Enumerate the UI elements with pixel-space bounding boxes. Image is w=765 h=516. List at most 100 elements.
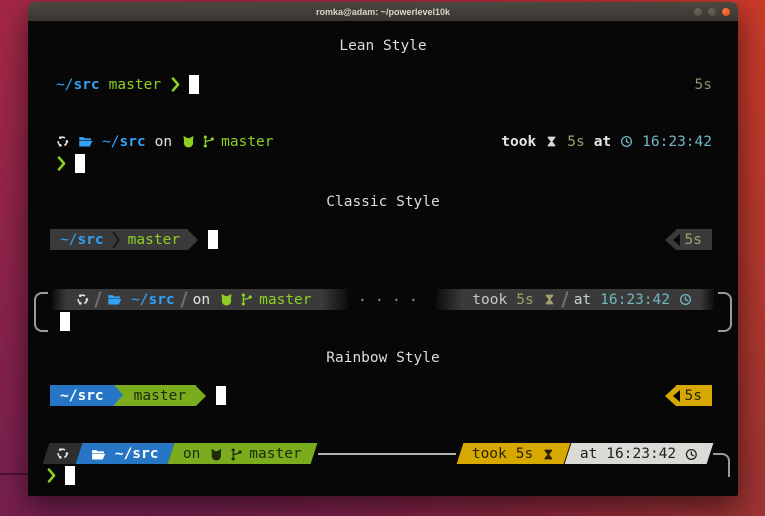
maximize-button[interactable] xyxy=(708,8,716,16)
hourglass-icon xyxy=(545,135,558,148)
segment-fade xyxy=(52,289,66,310)
dir-name: src xyxy=(77,232,103,248)
powerline-segment: ~/src master xyxy=(50,229,188,250)
ubuntu-logo-icon xyxy=(56,135,69,148)
dir-prefix: ~/ xyxy=(115,446,132,462)
lean-prompt-2-line2 xyxy=(56,153,85,174)
dir-name: src xyxy=(77,388,103,404)
dir-name: src xyxy=(73,77,99,93)
lean-heading-label: Lean Style xyxy=(339,38,426,54)
dir-prefix: ~/ xyxy=(56,77,73,93)
git-branch-icon xyxy=(201,134,216,149)
git-branch-name: master xyxy=(259,292,311,308)
git-segment: on master xyxy=(167,443,317,464)
powerline-segment: took 5s at 16:23:42 xyxy=(462,289,700,310)
block-cursor xyxy=(189,75,199,94)
clock-icon xyxy=(685,447,698,460)
duration-segment: 5s xyxy=(665,385,712,406)
took-label: took xyxy=(472,446,507,462)
lean-prompt-2-line1: ~/src on master took 5s at 16:23:42 xyxy=(56,131,712,152)
lean-prompt-1: ~/src master 5s xyxy=(56,74,712,95)
segment-separator-icon xyxy=(111,230,121,250)
took-label: took xyxy=(472,292,507,308)
segment-notch-icon xyxy=(673,390,680,402)
duration-value: 5s xyxy=(695,77,712,93)
duration-value: 5s xyxy=(685,232,702,248)
git-branch-name: master xyxy=(249,446,301,462)
terminal-body[interactable]: Lean Style ~/src master 5s ~/src on mast… xyxy=(28,21,738,496)
frame-corner-right xyxy=(713,453,730,477)
segment-separator-icon xyxy=(114,385,123,405)
window-title: romka@adam: ~/powerlevel10k xyxy=(316,7,450,17)
segment-fade xyxy=(322,289,348,310)
wallpaper-line xyxy=(0,473,28,475)
dir-segment: ~/src xyxy=(76,443,174,464)
segment-fade xyxy=(700,289,714,310)
duration-segment: 5s xyxy=(665,229,712,250)
window-controls xyxy=(694,2,730,21)
slash-separator-icon xyxy=(561,291,568,308)
at-label: at xyxy=(574,292,591,308)
github-icon xyxy=(209,446,224,461)
classic-heading: Classic Style xyxy=(28,191,738,212)
classic-heading-label: Classic Style xyxy=(326,194,440,210)
dir-name: src xyxy=(148,292,174,308)
prompt-arrow-icon xyxy=(56,155,67,172)
rainbow-prompt-2-line2 xyxy=(46,465,75,486)
at-label: at xyxy=(580,446,597,462)
dir-prefix: ~/ xyxy=(60,388,77,404)
duration-value: 5s xyxy=(685,388,702,404)
time-value: 16:23:42 xyxy=(600,292,670,308)
git-branch-icon xyxy=(239,292,254,307)
segment-fade xyxy=(436,289,462,310)
prompt-arrow-icon xyxy=(46,467,57,484)
duration-value: 5s xyxy=(516,292,533,308)
duration-segment: took 5s xyxy=(457,443,571,464)
frame-connector-line xyxy=(318,453,457,455)
took-label: took xyxy=(501,134,536,150)
hourglass-icon xyxy=(543,293,556,306)
prompt-arrow-icon xyxy=(170,76,181,93)
block-cursor xyxy=(75,154,85,173)
on-label: on xyxy=(155,134,172,150)
powerline-segment: ~/src on master xyxy=(66,289,322,310)
rainbow-prompt-1: ~/src master 5s xyxy=(50,385,712,406)
dir-name: src xyxy=(119,134,145,150)
dir-segment: ~/src xyxy=(50,385,114,406)
github-icon xyxy=(181,134,196,149)
terminal-window: romka@adam: ~/powerlevel10k Lean Style ~… xyxy=(28,2,738,496)
clock-icon xyxy=(620,135,633,148)
close-button[interactable] xyxy=(722,8,730,16)
slash-separator-icon xyxy=(94,291,101,308)
time-value: 16:23:42 xyxy=(606,446,676,462)
slash-separator-icon xyxy=(180,291,187,308)
prompt-frame-right xyxy=(718,292,732,332)
rainbow-prompt-2-line1: ~/src on master took 5s xyxy=(46,443,730,464)
block-cursor xyxy=(208,230,218,249)
duration-value: 5s xyxy=(567,134,584,150)
classic-prompt-2-line2 xyxy=(60,311,70,332)
desktop-wallpaper: romka@adam: ~/powerlevel10k Lean Style ~… xyxy=(0,0,765,516)
classic-prompt-1: ~/src master 5s xyxy=(50,229,712,250)
lean-heading: Lean Style xyxy=(28,35,738,56)
window-titlebar[interactable]: romka@adam: ~/powerlevel10k xyxy=(28,2,738,21)
github-icon xyxy=(219,292,234,307)
segment-end-icon xyxy=(188,230,198,250)
classic-prompt-2-line1: ~/src on master ···· took 5s at 16:23:42 xyxy=(52,289,714,310)
git-branch-name: master xyxy=(221,134,273,150)
block-cursor xyxy=(60,312,70,331)
hourglass-icon xyxy=(543,447,556,460)
minimize-button[interactable] xyxy=(694,8,702,16)
dir-prefix: ~/ xyxy=(131,292,148,308)
ubuntu-logo-icon xyxy=(76,293,89,306)
git-branch-name: master xyxy=(128,232,180,248)
rainbow-heading: Rainbow Style xyxy=(28,347,738,368)
prompt-frame-left xyxy=(34,292,48,332)
ubuntu-logo-icon xyxy=(56,447,69,460)
at-label: at xyxy=(594,134,611,150)
dir-name: src xyxy=(132,446,158,462)
on-label: on xyxy=(193,292,210,308)
git-branch-name: master xyxy=(109,77,161,93)
folder-icon xyxy=(107,292,122,307)
git-segment: master xyxy=(114,385,196,406)
